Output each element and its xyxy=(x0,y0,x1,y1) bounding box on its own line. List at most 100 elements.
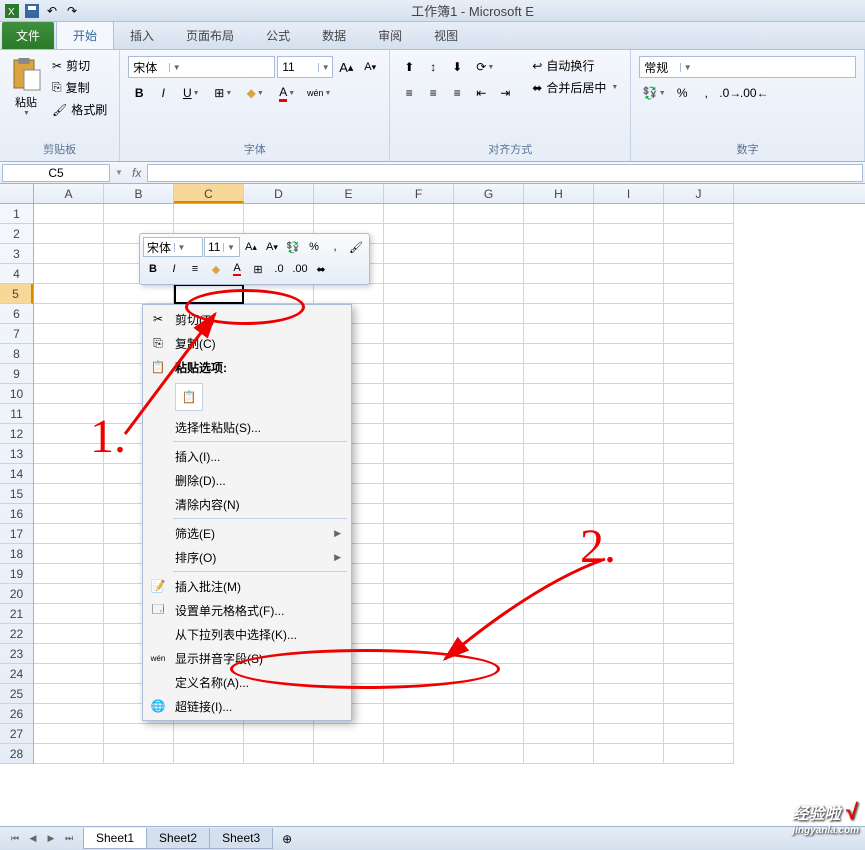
cell-F10[interactable] xyxy=(384,384,454,404)
cell-A9[interactable] xyxy=(34,364,104,384)
cell-H16[interactable] xyxy=(524,504,594,524)
cell-I8[interactable] xyxy=(594,344,664,364)
cell-F24[interactable] xyxy=(384,664,454,684)
cell-I12[interactable] xyxy=(594,424,664,444)
row-header-22[interactable]: 22 xyxy=(0,624,33,644)
cell-I25[interactable] xyxy=(594,684,664,704)
row-header-13[interactable]: 13 xyxy=(0,444,33,464)
prev-sheet-icon[interactable]: ◀ xyxy=(24,830,42,848)
cell-G25[interactable] xyxy=(454,684,524,704)
cell-I13[interactable] xyxy=(594,444,664,464)
cell-A17[interactable] xyxy=(34,524,104,544)
cell-G18[interactable] xyxy=(454,544,524,564)
cell-G3[interactable] xyxy=(454,244,524,264)
cell-J21[interactable] xyxy=(664,604,734,624)
cell-A4[interactable] xyxy=(34,264,104,284)
save-icon[interactable] xyxy=(24,3,40,19)
cell-H11[interactable] xyxy=(524,404,594,424)
col-header-J[interactable]: J xyxy=(664,184,734,203)
cell-H20[interactable] xyxy=(524,584,594,604)
cell-J15[interactable] xyxy=(664,484,734,504)
menu-copy[interactable]: ⎘复制(C) xyxy=(145,331,349,355)
first-sheet-icon[interactable]: ⏮ xyxy=(6,830,24,848)
cell-I3[interactable] xyxy=(594,244,664,264)
cell-H21[interactable] xyxy=(524,604,594,624)
cell-F6[interactable] xyxy=(384,304,454,324)
font-color-button[interactable]: A▼ xyxy=(272,82,302,104)
cell-J5[interactable] xyxy=(664,284,734,304)
cell-H8[interactable] xyxy=(524,344,594,364)
cell-J22[interactable] xyxy=(664,624,734,644)
col-header-E[interactable]: E xyxy=(314,184,384,203)
cell-J23[interactable] xyxy=(664,644,734,664)
menu-format-cells[interactable]: 🗔设置单元格格式(F)... xyxy=(145,598,349,622)
cell-B27[interactable] xyxy=(104,724,174,744)
cell-E28[interactable] xyxy=(314,744,384,764)
cell-H1[interactable] xyxy=(524,204,594,224)
mini-merge[interactable]: ⬌ xyxy=(311,259,331,279)
cell-I23[interactable] xyxy=(594,644,664,664)
cell-I14[interactable] xyxy=(594,464,664,484)
cell-F12[interactable] xyxy=(384,424,454,444)
mini-align[interactable]: ≡ xyxy=(185,259,205,279)
cell-J25[interactable] xyxy=(664,684,734,704)
cell-B1[interactable] xyxy=(104,204,174,224)
cell-F20[interactable] xyxy=(384,584,454,604)
cell-A12[interactable] xyxy=(34,424,104,444)
cell-I15[interactable] xyxy=(594,484,664,504)
last-sheet-icon[interactable]: ⏭ xyxy=(60,830,78,848)
cell-H9[interactable] xyxy=(524,364,594,384)
menu-paste-special[interactable]: 选择性粘贴(S)... xyxy=(145,415,349,439)
row-header-18[interactable]: 18 xyxy=(0,544,33,564)
cell-J16[interactable] xyxy=(664,504,734,524)
cell-D27[interactable] xyxy=(244,724,314,744)
tab-layout[interactable]: 页面布局 xyxy=(170,22,250,49)
paste-button[interactable]: 粘贴 ▼ xyxy=(6,54,46,139)
tab-review[interactable]: 审阅 xyxy=(362,22,418,49)
cell-I4[interactable] xyxy=(594,264,664,284)
decrease-font-icon[interactable]: A▾ xyxy=(359,56,381,78)
orientation-icon[interactable]: ⟳▼ xyxy=(470,56,500,78)
font-name-combo[interactable]: 宋体▼ xyxy=(128,56,275,78)
name-box-arrow[interactable]: ▼ xyxy=(112,168,126,177)
cell-F15[interactable] xyxy=(384,484,454,504)
new-sheet-icon[interactable]: ⊕ xyxy=(273,832,301,846)
cell-G2[interactable] xyxy=(454,224,524,244)
row-header-12[interactable]: 12 xyxy=(0,424,33,444)
copy-button[interactable]: ⎘复制 xyxy=(50,78,109,97)
row-header-15[interactable]: 15 xyxy=(0,484,33,504)
cell-J8[interactable] xyxy=(664,344,734,364)
cell-A22[interactable] xyxy=(34,624,104,644)
cell-A3[interactable] xyxy=(34,244,104,264)
cell-J7[interactable] xyxy=(664,324,734,344)
cell-F17[interactable] xyxy=(384,524,454,544)
menu-define-name[interactable]: 定义名称(A)... xyxy=(145,670,349,694)
col-header-A[interactable]: A xyxy=(34,184,104,203)
mini-comma-icon[interactable]: , xyxy=(325,237,345,257)
cell-C27[interactable] xyxy=(174,724,244,744)
col-header-C[interactable]: C xyxy=(174,184,244,203)
row-header-25[interactable]: 25 xyxy=(0,684,33,704)
cell-G11[interactable] xyxy=(454,404,524,424)
cell-J3[interactable] xyxy=(664,244,734,264)
cell-J24[interactable] xyxy=(664,664,734,684)
cell-A5[interactable] xyxy=(34,284,104,304)
cell-F1[interactable] xyxy=(384,204,454,224)
cell-G16[interactable] xyxy=(454,504,524,524)
cell-J27[interactable] xyxy=(664,724,734,744)
cell-B28[interactable] xyxy=(104,744,174,764)
cell-A16[interactable] xyxy=(34,504,104,524)
cell-A7[interactable] xyxy=(34,324,104,344)
align-center-icon[interactable]: ≡ xyxy=(422,82,444,104)
cell-A21[interactable] xyxy=(34,604,104,624)
cell-I16[interactable] xyxy=(594,504,664,524)
cell-F21[interactable] xyxy=(384,604,454,624)
cell-I22[interactable] xyxy=(594,624,664,644)
name-box[interactable]: C5 xyxy=(2,164,110,182)
row-header-5[interactable]: 5 xyxy=(0,284,33,304)
cell-J6[interactable] xyxy=(664,304,734,324)
cell-G14[interactable] xyxy=(454,464,524,484)
cell-I18[interactable] xyxy=(594,544,664,564)
mini-font-combo[interactable]: 宋体▼ xyxy=(143,237,203,257)
cell-A2[interactable] xyxy=(34,224,104,244)
